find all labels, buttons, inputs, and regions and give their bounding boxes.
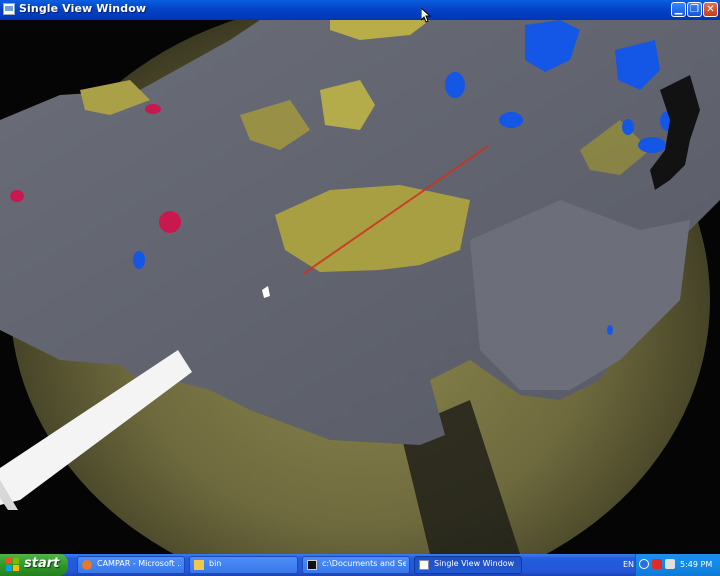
red-marker-1 (145, 104, 161, 114)
taskbar-item-label: bin (209, 559, 222, 568)
taskbar-item-campar[interactable]: CAMPAR - Microsoft ... (77, 556, 185, 574)
console-icon (307, 560, 317, 570)
restore-button[interactable]: ❐ (687, 2, 702, 17)
taskbar: start CAMPAR - Microsoft ... bin c:\Docu… (0, 554, 720, 576)
folder-icon (194, 560, 204, 570)
network-icon[interactable] (652, 559, 662, 569)
blue-marker-7 (607, 325, 613, 335)
window-title-bar[interactable]: Single View Window ▁ ❐ ✕ (0, 0, 720, 20)
volume-icon[interactable] (665, 559, 675, 569)
minimize-button[interactable]: ▁ (671, 2, 686, 17)
3d-viewport[interactable] (0, 20, 720, 554)
scene-render (0, 20, 720, 554)
red-marker-3 (10, 190, 24, 202)
mouse-cursor-icon (421, 8, 431, 23)
taskbar-item-bin[interactable]: bin (189, 556, 298, 574)
taskbar-item-console[interactable]: c:\Documents and Se... (302, 556, 410, 574)
blue-marker-2 (499, 112, 523, 128)
blue-marker-5 (622, 119, 634, 135)
close-icon: ✕ (706, 4, 715, 15)
start-label: start (24, 556, 60, 571)
bluetooth-icon[interactable] (639, 559, 649, 569)
minimize-icon: ▁ (674, 4, 683, 15)
blue-marker-4 (638, 137, 666, 153)
blue-marker-6 (133, 251, 145, 269)
blue-marker-1 (445, 72, 465, 98)
clock[interactable]: 5:49 PM (680, 560, 712, 569)
taskbar-item-label: Single View Window (434, 559, 515, 568)
taskbar-item-label: CAMPAR - Microsoft ... (97, 559, 181, 568)
taskbar-item-single-view[interactable]: Single View Window (414, 556, 522, 574)
firefox-icon (82, 560, 92, 570)
start-button[interactable]: start (0, 554, 68, 576)
taskbar-item-label: c:\Documents and Se... (322, 559, 406, 568)
language-indicator[interactable]: EN (623, 560, 634, 569)
windows-logo-icon (6, 558, 20, 572)
window-icon (419, 560, 429, 570)
app-window-icon (3, 3, 15, 15)
red-marker-2 (159, 211, 181, 233)
window-title: Single View Window (19, 2, 147, 15)
restore-icon: ❐ (690, 4, 699, 15)
close-button[interactable]: ✕ (703, 2, 718, 17)
